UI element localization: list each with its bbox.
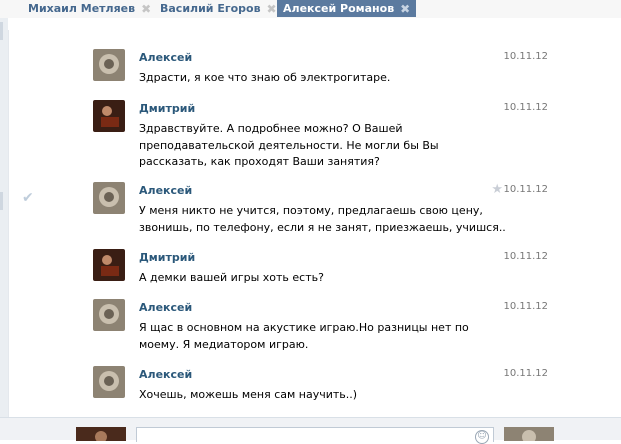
message-input[interactable]: ☺ xyxy=(136,427,494,444)
message-author[interactable]: Алексей xyxy=(139,368,192,381)
avatar-aleksey[interactable] xyxy=(93,182,125,214)
avatar-dmitriy[interactable] xyxy=(93,100,125,132)
tab-mikhail-metlyaev[interactable]: Михаил Метляев ✖ xyxy=(22,0,157,17)
message-text: Здрасти, я кое что знаю об электрогитаре… xyxy=(139,71,391,84)
message-author[interactable]: Алексей xyxy=(139,51,192,64)
tabs-bar: Михаил Метляев ✖ Василий Егоров ✖ Алексе… xyxy=(0,0,621,18)
star-icon[interactable]: ★ xyxy=(491,182,503,197)
avatar-aleksey[interactable] xyxy=(93,299,125,331)
message-author[interactable]: Алексей xyxy=(139,184,192,197)
message-item[interactable]: Алексей ★ 10.11.12 У меня никто не учитс… xyxy=(93,182,593,237)
close-icon[interactable]: ✖ xyxy=(141,2,151,16)
tab-vasiliy-egorov[interactable]: Василий Егоров ✖ xyxy=(154,0,283,17)
message-text: Хочешь, можешь меня сам научить..) xyxy=(139,388,358,401)
message-author[interactable]: Дмитрий xyxy=(139,102,195,115)
tab-label: Василий Егоров xyxy=(160,2,261,15)
message-date: 10.11.12 xyxy=(503,368,548,379)
smile-icon[interactable]: ☺ xyxy=(475,430,489,444)
avatar-dmitriy[interactable] xyxy=(93,249,125,281)
message-date: 10.11.12 xyxy=(503,251,548,262)
message-author[interactable]: Дмитрий xyxy=(139,251,195,264)
message-text: А демки вашей игры хоть есть? xyxy=(139,271,324,284)
message-text: У меня никто не учится, поэтому, предлаг… xyxy=(139,204,506,234)
message-item[interactable]: Дмитрий 10.11.12 Здравствуйте. А подробн… xyxy=(93,100,593,170)
avatar-aleksey[interactable] xyxy=(93,49,125,81)
message-date: 10.11.12 xyxy=(503,301,548,312)
message-date: 10.11.12 xyxy=(503,184,548,195)
close-icon[interactable]: ✖ xyxy=(400,2,410,16)
avatar-aleksey[interactable] xyxy=(93,366,125,398)
tab-aleksey-romanov[interactable]: Алексей Романов ✖ xyxy=(277,0,417,17)
left-gutter xyxy=(0,18,8,439)
edge-mark xyxy=(0,22,3,40)
message-text: Здравствуйте. А подробнее можно? О Вашей… xyxy=(139,122,439,168)
message-item[interactable]: Алексей 10.11.12 Я щас в основном на аку… xyxy=(93,299,593,354)
message-item[interactable]: Дмитрий 10.11.12 А демки вашей игры хоть… xyxy=(93,249,593,289)
tab-label: Михаил Метляев xyxy=(28,2,136,15)
message-item[interactable]: Алексей 10.11.12 Здрасти, я кое что знаю… xyxy=(93,49,593,89)
edge-mark xyxy=(0,192,3,210)
message-author[interactable]: Алексей xyxy=(139,301,192,314)
tab-label: Алексей Романов xyxy=(283,2,395,15)
check-icon[interactable]: ✔ xyxy=(22,190,34,206)
close-icon[interactable]: ✖ xyxy=(267,2,277,16)
message-text: Я щас в основном на акустике играю.Но ра… xyxy=(139,321,469,351)
message-item[interactable]: Алексей 10.11.12 Хочешь, можешь меня сам… xyxy=(93,366,593,406)
message-date: 10.11.12 xyxy=(503,102,548,113)
message-date: 10.11.12 xyxy=(503,51,548,62)
